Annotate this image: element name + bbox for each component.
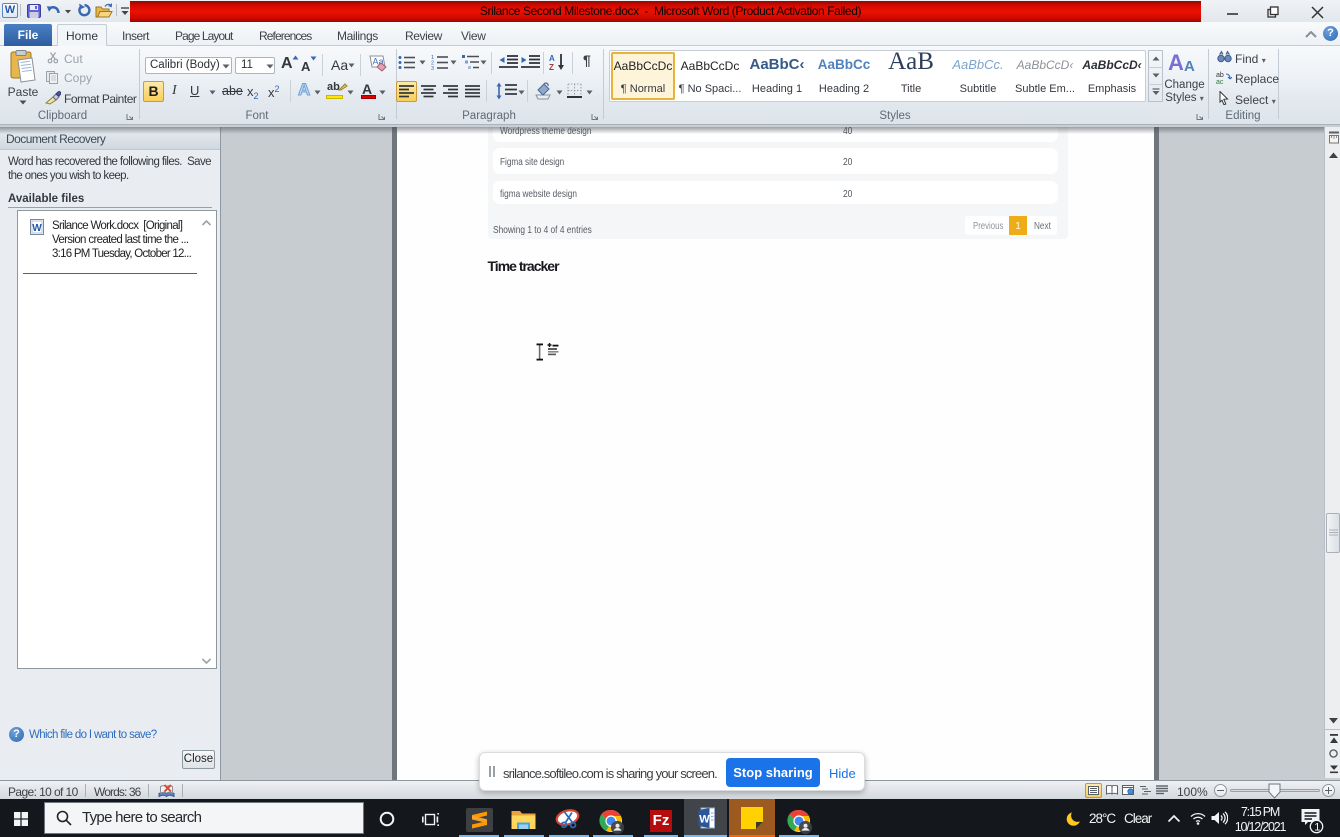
svg-text:W: W: [32, 223, 42, 234]
svg-text:1: 1: [1314, 822, 1320, 834]
svg-text:ac: ac: [1216, 79, 1224, 84]
svg-text:ab: ab: [1216, 72, 1224, 79]
svg-text:A: A: [549, 54, 555, 63]
svg-text:Z: Z: [549, 63, 554, 71]
svg-text:3: 3: [431, 66, 434, 70]
svg-text:W: W: [699, 814, 710, 826]
